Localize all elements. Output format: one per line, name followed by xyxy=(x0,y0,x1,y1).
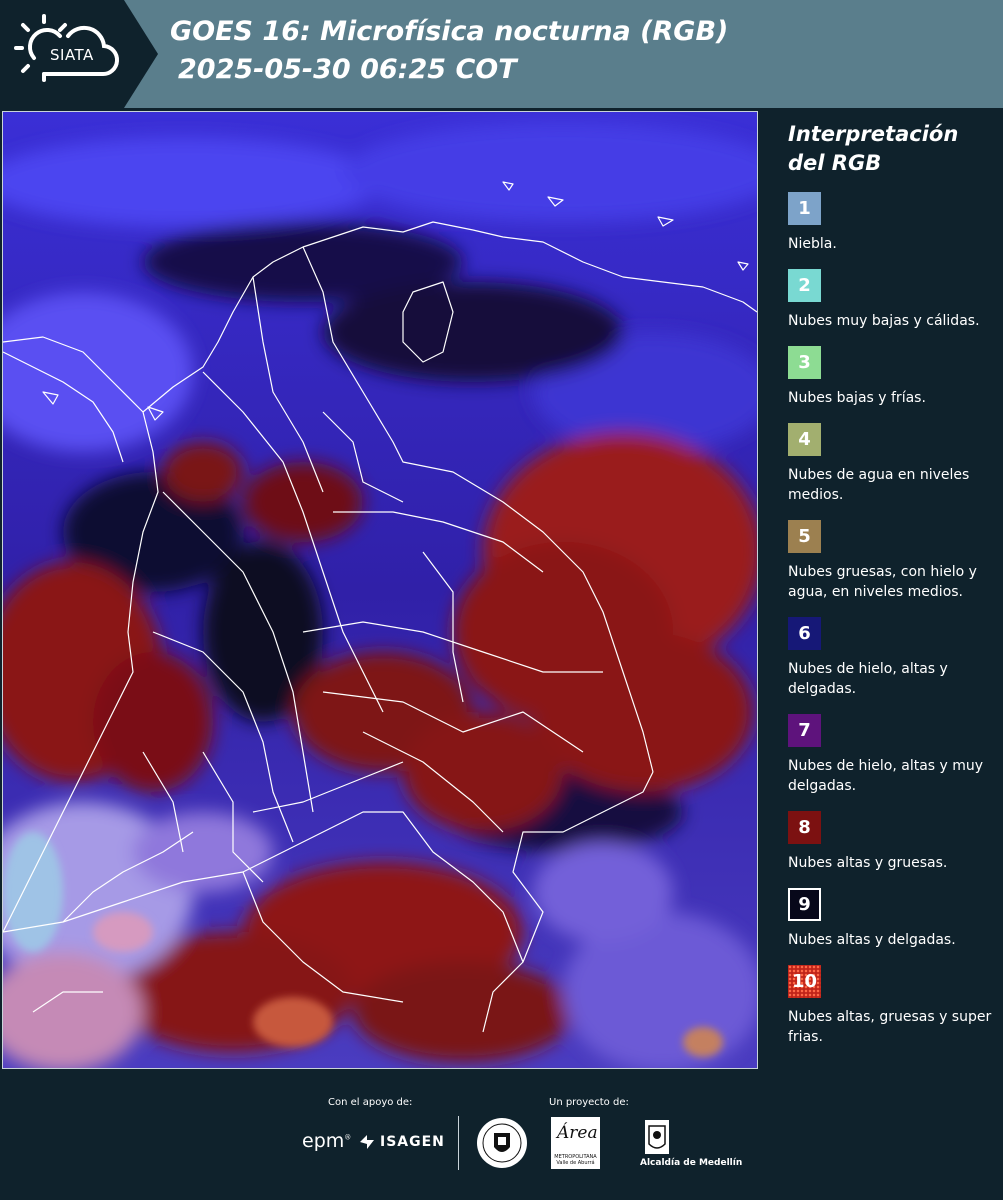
satellite-map xyxy=(2,111,758,1069)
legend-item: 2 Nubes muy bajas y cálidas. xyxy=(788,269,993,331)
siata-logo: SIATA xyxy=(0,0,158,108)
rgb-composite-image xyxy=(3,112,757,1068)
area-logo-subtitle: METROPOLITANA Valle de Aburrá xyxy=(554,1154,597,1166)
legend-swatch: 4 xyxy=(788,423,821,456)
legend-label: Niebla. xyxy=(788,236,837,252)
siata-logo-text: SIATA xyxy=(50,46,94,64)
medellin-crest-icon xyxy=(645,1120,669,1154)
legend-label: Nubes altas, gruesas y super frias. xyxy=(788,1009,992,1045)
footer-divider xyxy=(458,1116,459,1170)
legend-swatch: 10 xyxy=(788,965,821,998)
legend-title-line1: Interpretación xyxy=(788,122,959,146)
page-datetime: 2025-05-30 06:25 COT xyxy=(178,54,517,85)
legend-swatch: 1 xyxy=(788,192,821,225)
legend-item: 9 Nubes altas y delgadas. xyxy=(788,888,993,950)
legend-title: Interpretación del RGB xyxy=(788,120,993,178)
legend-swatch: 3 xyxy=(788,346,821,379)
legend-label: Nubes gruesas, con hielo y agua, en nive… xyxy=(788,564,977,600)
isagen-mark-icon xyxy=(360,1135,374,1149)
epm-logo: epm® xyxy=(302,1130,351,1152)
legend-item: 1 Niebla. xyxy=(788,192,993,254)
legend-item: 6 Nubes de hielo, altas y delgadas. xyxy=(788,617,993,699)
legend-label: Nubes de hielo, altas y muy delgadas. xyxy=(788,758,984,794)
legend-swatch: 5 xyxy=(788,520,821,553)
legend-item: 5 Nubes gruesas, con hielo y agua, en niv… xyxy=(788,520,993,602)
legend-label: Nubes bajas y frías. xyxy=(788,390,926,406)
legend-swatch: 6 xyxy=(788,617,821,650)
support-label: Con el apoyo de: xyxy=(328,1097,413,1108)
legend-item: 3 Nubes bajas y frías. xyxy=(788,346,993,408)
header-bar: SIATA GOES 16: Microfísica nocturna (RGB… xyxy=(0,0,1003,108)
project-label: Un proyecto de: xyxy=(549,1097,629,1108)
legend-item: 7 Nubes de hielo, altas y muy delgadas. xyxy=(788,714,993,796)
rgb-legend: Interpretación del RGB 1 Niebla. 2 Nubes mu… xyxy=(788,120,993,1062)
legend-items: 1 Niebla. 2 Nubes muy bajas y cálidas. 3 Nube… xyxy=(788,192,993,1047)
legend-swatch: 7 xyxy=(788,714,821,747)
legend-title-line2: del RGB xyxy=(788,151,882,175)
legend-swatch: 8 xyxy=(788,811,821,844)
legend-item: 8 Nubes altas y gruesas. xyxy=(788,811,993,873)
registered-mark-icon: ® xyxy=(344,1133,352,1142)
legend-label: Nubes de agua en niveles medios. xyxy=(788,467,970,503)
legend-swatch: 2 xyxy=(788,269,821,302)
legend-item: 10 Nubes altas, gruesas y super frias. xyxy=(788,965,993,1047)
area-logo-script: Área xyxy=(557,1123,598,1143)
legend-swatch: 9 xyxy=(788,888,821,921)
legend-label: Nubes altas y delgadas. xyxy=(788,932,956,948)
epm-logo-text: epm xyxy=(302,1130,345,1152)
alcaldia-label: Alcaldía de Medellín xyxy=(640,1158,743,1168)
isagen-logo: ISAGEN xyxy=(358,1133,445,1151)
legend-item: 4 Nubes de agua en niveles medios. xyxy=(788,423,993,505)
legend-label: Nubes altas y gruesas. xyxy=(788,855,948,871)
page-title: GOES 16: Microfísica nocturna (RGB) xyxy=(170,16,729,47)
legend-label: Nubes muy bajas y cálidas. xyxy=(788,313,980,329)
isagen-logo-text: ISAGEN xyxy=(380,1134,445,1150)
legend-label: Nubes de hielo, altas y delgadas. xyxy=(788,661,948,697)
university-seal-icon xyxy=(477,1118,527,1168)
area-metropolitana-logo: Área METROPOLITANA Valle de Aburrá xyxy=(551,1117,600,1169)
